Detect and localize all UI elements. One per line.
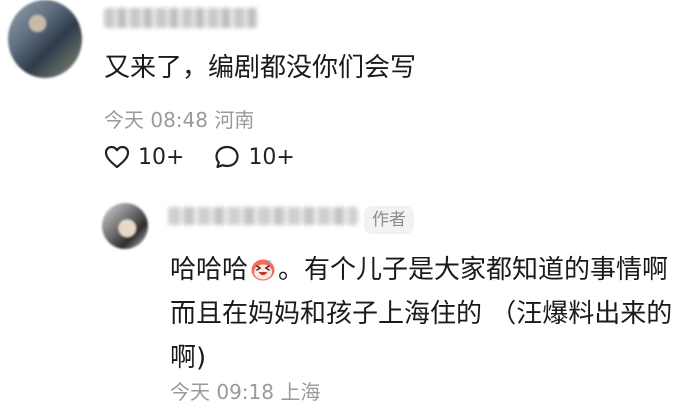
heart-icon (104, 145, 130, 169)
reply-time: 今天 09:18 (170, 380, 274, 404)
commenter-avatar[interactable] (8, 0, 82, 78)
author-badge: 作者 (364, 206, 414, 234)
reply-text: 哈哈哈 。有个儿子是大家都知道的事情啊而且在妈妈和孩子上海住的 （汪爆料出来的啊… (170, 248, 690, 380)
author-avatar[interactable] (102, 203, 148, 249)
comment-time: 今天 08:48 (104, 108, 208, 132)
reply-location: 上海 (280, 380, 321, 404)
comment-location: 河南 (214, 108, 255, 132)
author-name-blurred[interactable] (168, 207, 358, 225)
comment-text: 又来了，编剧都没你们会写 (104, 53, 417, 83)
like-button[interactable]: 10+ (104, 145, 184, 170)
reply-button[interactable]: 10+ (214, 144, 295, 170)
comment-actions: 10+ 10+ (104, 144, 325, 170)
reply-count: 10+ (248, 144, 295, 170)
comment-meta: 今天 08:48 河南 (104, 104, 254, 133)
reply-text-start: 哈哈哈 (170, 255, 249, 285)
reply-meta: 今天 09:18 上海 (170, 376, 320, 405)
laughing-face-emoji-icon (251, 259, 275, 281)
commenter-name-blurred[interactable] (104, 8, 258, 28)
speech-bubble-icon (215, 145, 240, 169)
like-count: 10+ (138, 144, 185, 170)
